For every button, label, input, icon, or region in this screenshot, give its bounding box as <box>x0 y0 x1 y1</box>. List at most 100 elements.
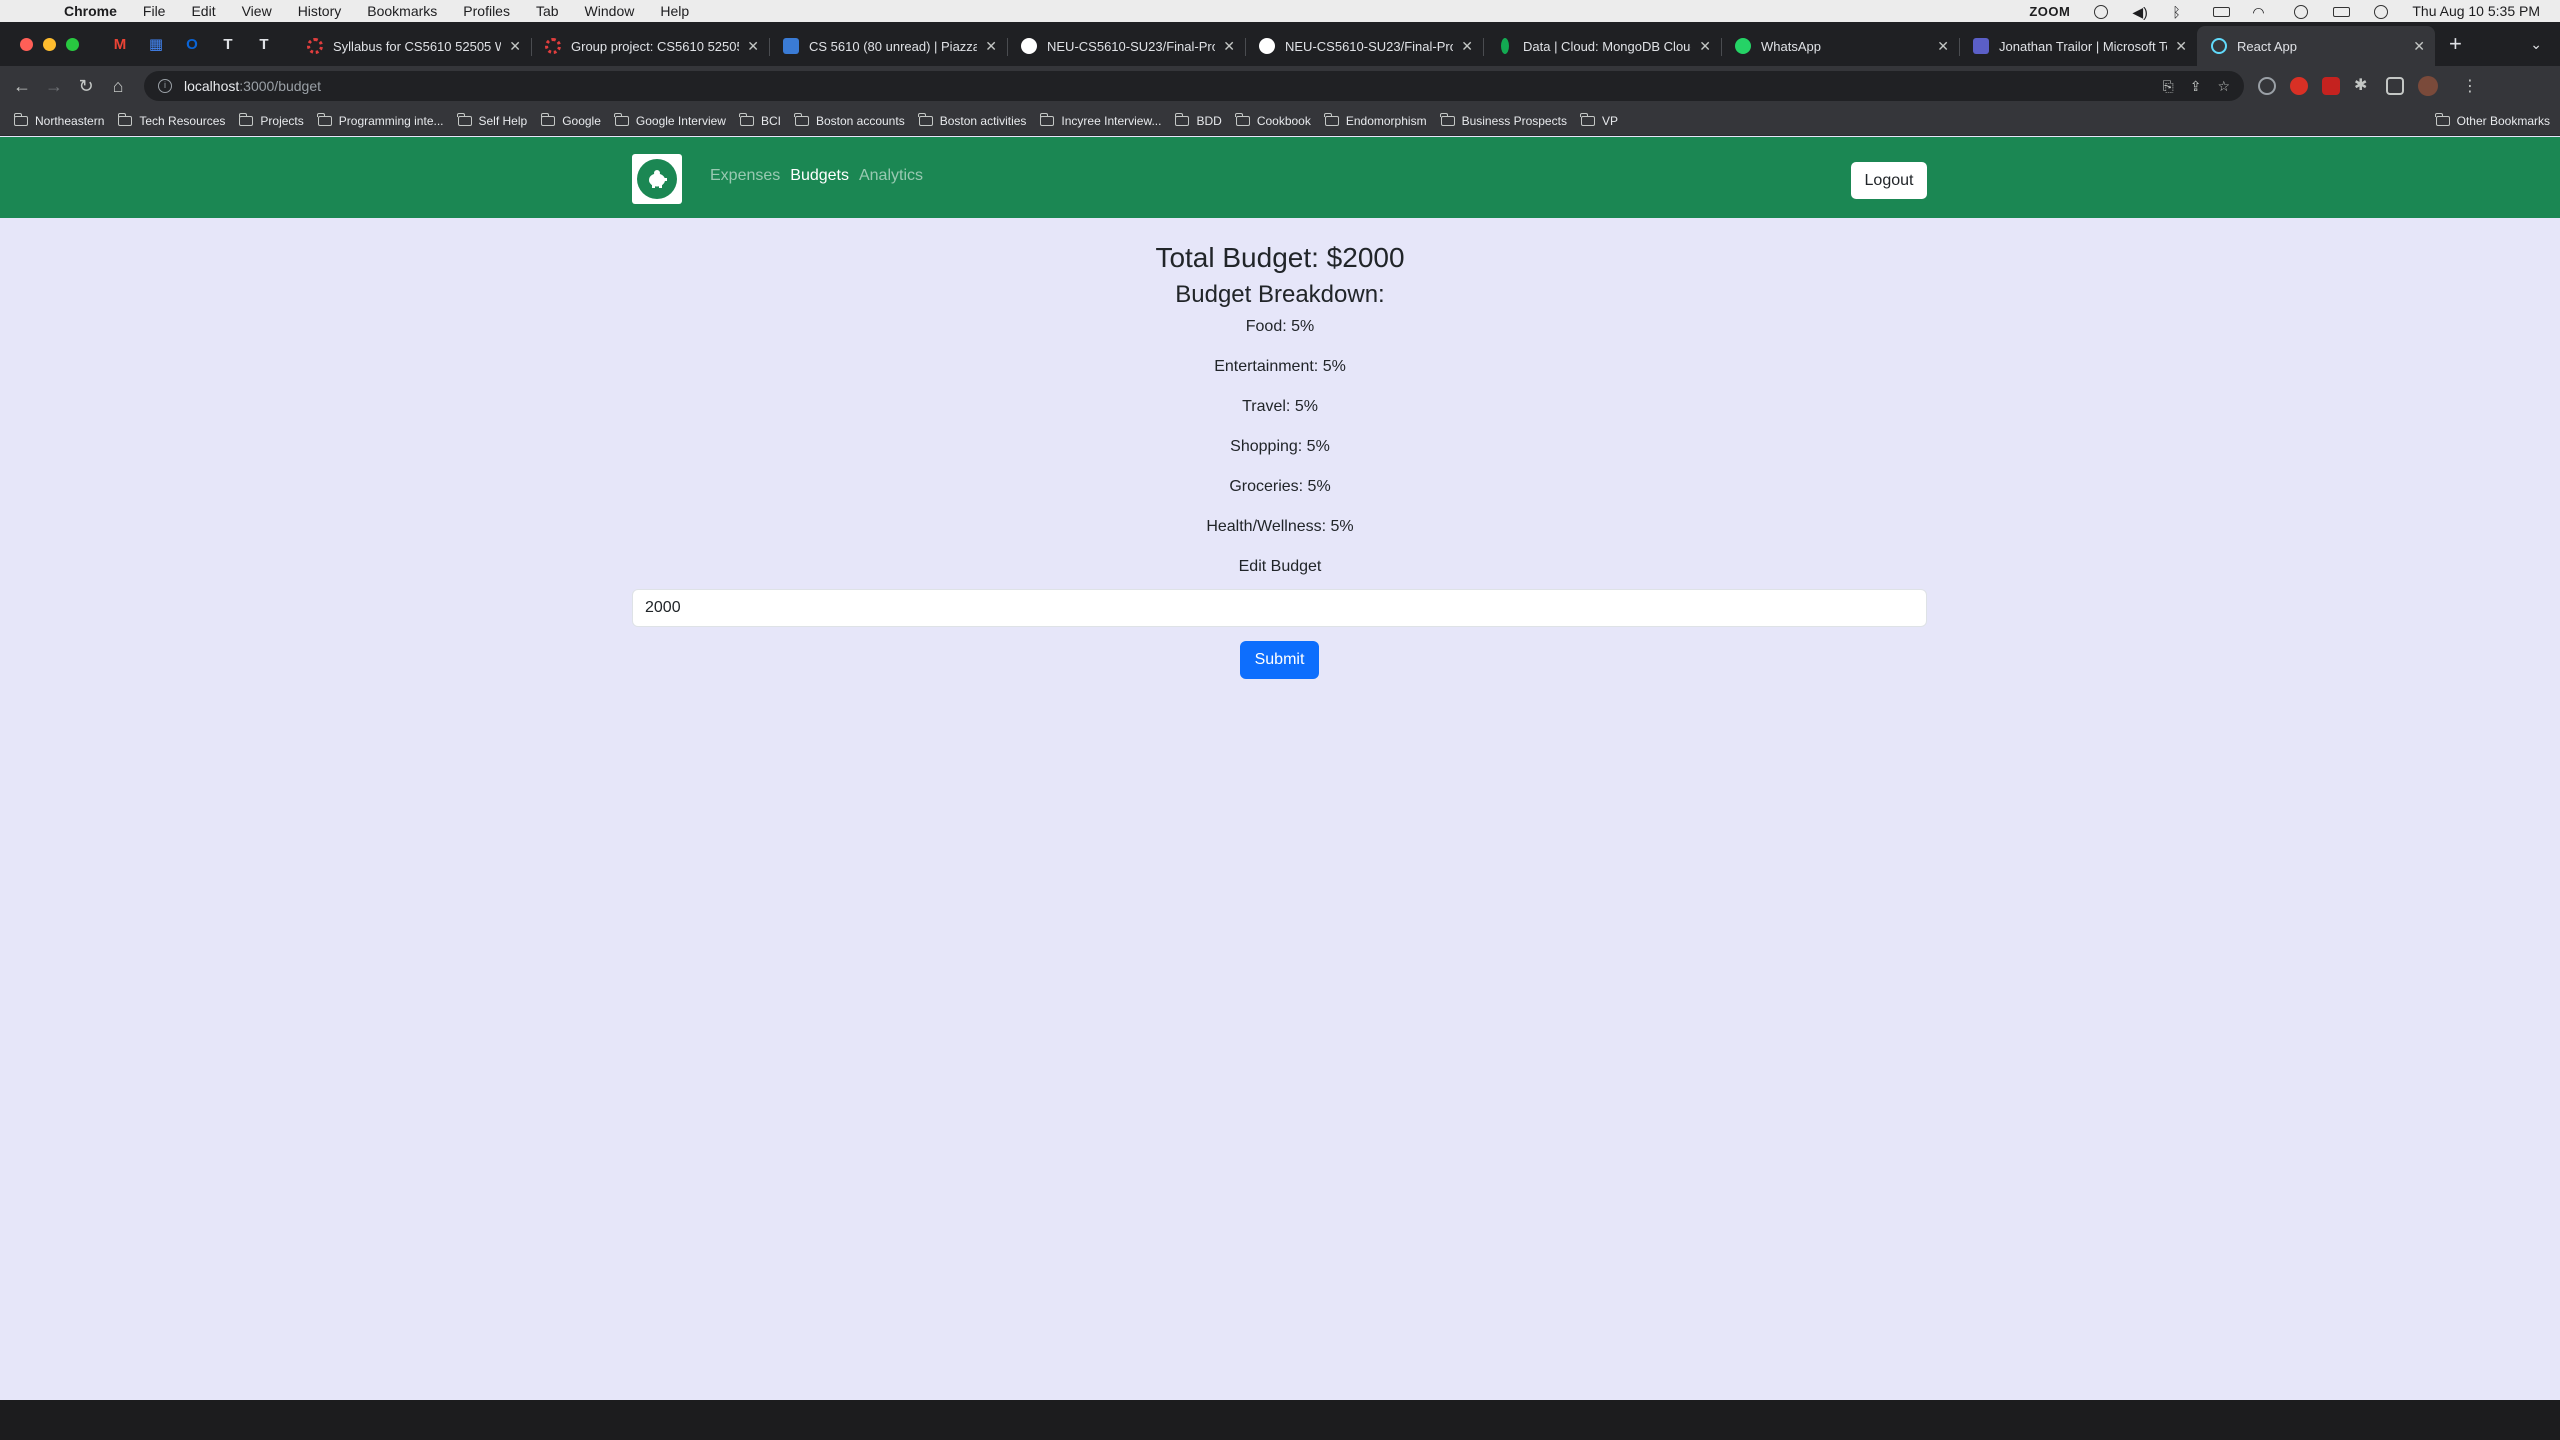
teams-icon <box>1973 38 1989 54</box>
wifi-icon[interactable]: ◠ <box>2252 4 2270 20</box>
bookmark-label: VP <box>1601 113 1618 128</box>
menu-help[interactable]: Help <box>660 3 689 19</box>
tab-whatsapp[interactable]: WhatsApp ✕ <box>1721 26 1959 66</box>
nav-link-budgets[interactable]: Budgets <box>790 167 849 185</box>
tab-mongodb[interactable]: Data | Cloud: MongoDB Cloud ✕ <box>1483 26 1721 66</box>
tab-search-chevron-icon[interactable]: ⌄ <box>2530 36 2542 53</box>
t-icon[interactable]: T <box>217 33 239 55</box>
tab-github-2[interactable]: NEU-CS5610-SU23/Final-Proje ✕ <box>1245 26 1483 66</box>
tab-react-app[interactable]: React App ✕ <box>2197 26 2435 66</box>
url-path: :3000/budget <box>239 78 322 94</box>
maximize-window-button[interactable] <box>66 37 79 51</box>
extension-red-icon[interactable] <box>2290 77 2308 95</box>
volume-icon[interactable]: ◀) <box>2132 4 2150 20</box>
bookmark-label: Business Prospects <box>1461 113 1567 128</box>
bookmark-folder[interactable]: Google <box>540 112 601 128</box>
extensions-puzzle-icon[interactable]: ✱ <box>2354 77 2372 95</box>
close-tab-icon[interactable]: ✕ <box>747 38 759 55</box>
accessibility-icon[interactable] <box>2092 4 2110 19</box>
macos-menu-bar: Chrome File Edit View History Bookmarks … <box>0 0 2560 22</box>
category-food: Food: 5% <box>1245 318 1315 335</box>
bookmark-folder[interactable]: Business Prospects <box>1440 112 1567 128</box>
bookmark-folder[interactable]: Incyree Interview... <box>1039 112 1161 128</box>
more-menu-icon[interactable]: ⋮ <box>2462 76 2478 96</box>
bookmark-folder[interactable]: VP <box>1580 112 1618 128</box>
browser-toolbar: ← → ↻ ⌂ i localhost:3000/budget ⎘ ⇪ ☆ ✱ … <box>0 66 2560 106</box>
forward-arrow-icon[interactable]: → <box>38 76 70 97</box>
zoom-status[interactable]: zoom <box>2029 4 2070 19</box>
site-info-icon[interactable]: i <box>158 79 172 93</box>
menu-window[interactable]: Window <box>585 3 635 19</box>
address-bar[interactable]: i localhost:3000/budget ⎘ ⇪ ☆ <box>144 71 2244 101</box>
menubar-clock[interactable]: Thu Aug 10 5:35 PM <box>2412 3 2540 19</box>
close-tab-icon[interactable]: ✕ <box>1223 38 1235 55</box>
bookmark-folder[interactable]: BCI <box>739 112 781 128</box>
bookmark-folder[interactable]: Northeastern <box>13 112 104 128</box>
app-logo[interactable] <box>632 154 682 204</box>
siri-icon[interactable] <box>2372 4 2390 19</box>
bookmark-folder[interactable]: Tech Resources <box>117 112 225 128</box>
install-app-icon[interactable]: ⎘ <box>2163 78 2174 95</box>
other-bookmarks-folder[interactable]: Other Bookmarks <box>2435 112 2550 128</box>
bookmark-folder[interactable]: Programming inte... <box>317 112 444 128</box>
spotlight-icon[interactable] <box>2292 4 2310 19</box>
bookmark-folder[interactable]: Self Help <box>457 112 527 128</box>
extension-icon[interactable] <box>2258 77 2276 95</box>
bookmark-label: Google <box>562 113 601 128</box>
menu-edit[interactable]: Edit <box>191 3 215 19</box>
tab-piazza[interactable]: CS 5610 (80 unread) | Piazza Q ✕ <box>769 26 1007 66</box>
close-tab-icon[interactable]: ✕ <box>2413 38 2425 55</box>
bookmark-folder[interactable]: Endomorphism <box>1324 112 1427 128</box>
nav-link-analytics[interactable]: Analytics <box>859 167 923 185</box>
menu-file[interactable]: File <box>143 3 166 19</box>
back-arrow-icon[interactable]: ← <box>6 76 38 97</box>
minimize-window-button[interactable] <box>43 37 56 51</box>
menu-history[interactable]: History <box>298 3 342 19</box>
close-tab-icon[interactable]: ✕ <box>2175 38 2187 55</box>
logout-button[interactable]: Logout <box>1851 162 1927 199</box>
bluetooth-icon[interactable]: ᛒ <box>2172 4 2190 20</box>
profile-avatar[interactable] <box>2418 76 2438 96</box>
bookmark-folder[interactable]: Projects <box>238 112 304 128</box>
menu-app-chrome[interactable]: Chrome <box>64 3 117 19</box>
bookmark-folder[interactable]: Cookbook <box>1235 112 1311 128</box>
menu-profiles[interactable]: Profiles <box>463 3 510 19</box>
control-center-icon[interactable] <box>2332 4 2351 18</box>
close-tab-icon[interactable]: ✕ <box>1937 38 1949 55</box>
bookmark-folder[interactable]: Boston activities <box>918 112 1026 128</box>
gmail-icon[interactable]: M <box>109 33 131 55</box>
home-icon[interactable]: ⌂ <box>102 76 134 97</box>
close-window-button[interactable] <box>20 37 33 51</box>
tab-group-project[interactable]: Group project: CS5610 52505 ✕ <box>531 26 769 66</box>
t-icon[interactable]: T <box>253 33 275 55</box>
menu-tab[interactable]: Tab <box>536 3 559 19</box>
menu-view[interactable]: View <box>242 3 272 19</box>
close-tab-icon[interactable]: ✕ <box>1699 38 1711 55</box>
bookmark-folder[interactable]: Google Interview <box>614 112 726 128</box>
extension-adblock-icon[interactable] <box>2322 77 2340 95</box>
tab-github-1[interactable]: NEU-CS5610-SU23/Final-Proje ✕ <box>1007 26 1245 66</box>
share-icon[interactable]: ⇪ <box>2190 78 2202 95</box>
menu-bookmarks[interactable]: Bookmarks <box>367 3 437 19</box>
tab-teams[interactable]: Jonathan Trailor | Microsoft Te ✕ <box>1959 26 2197 66</box>
new-tab-icon[interactable]: + <box>2449 31 2462 57</box>
close-tab-icon[interactable]: ✕ <box>1461 38 1473 55</box>
reload-icon[interactable]: ↻ <box>70 76 102 97</box>
github-icon <box>1021 38 1037 54</box>
close-tab-icon[interactable]: ✕ <box>509 38 521 55</box>
calendar-icon[interactable]: ▦ <box>145 33 167 55</box>
bookmark-star-icon[interactable]: ☆ <box>2217 78 2230 95</box>
submit-button[interactable]: Submit <box>1240 641 1319 679</box>
side-panel-icon[interactable] <box>2386 77 2404 95</box>
tab-syllabus[interactable]: Syllabus for CS5610 52505 Web ✕ <box>293 26 531 66</box>
bookmark-folder[interactable]: BDD <box>1174 112 1222 128</box>
bookmark-folder[interactable]: Boston accounts <box>794 112 905 128</box>
battery-icon[interactable] <box>2212 4 2231 18</box>
tab-title: Syllabus for CS5610 52505 Web <box>333 38 502 54</box>
outlook-icon[interactable]: O <box>181 33 203 55</box>
apple-icon[interactable] <box>20 3 36 19</box>
folder-icon <box>739 112 754 126</box>
nav-link-expenses[interactable]: Expenses <box>710 167 780 185</box>
budget-amount-input[interactable] <box>632 589 1927 627</box>
close-tab-icon[interactable]: ✕ <box>985 38 997 55</box>
